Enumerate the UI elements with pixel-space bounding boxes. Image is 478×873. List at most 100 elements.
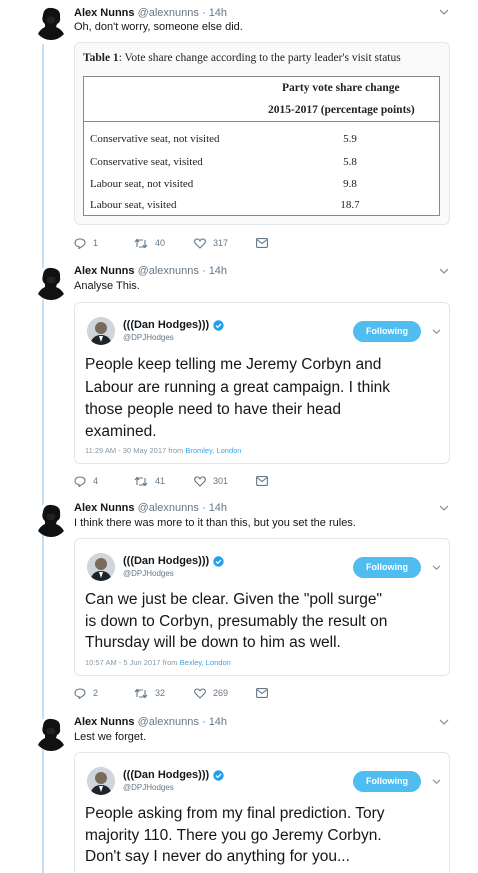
reply-count: 1 xyxy=(93,238,99,248)
location-link[interactable]: Bexley, London xyxy=(180,658,231,667)
author-name[interactable]: Alex Nunns xyxy=(74,7,135,19)
author-name[interactable]: Alex Nunns xyxy=(74,265,135,277)
retweet-button[interactable]: 40 xyxy=(134,236,165,250)
reply-icon xyxy=(74,475,86,487)
author-name[interactable]: Alex Nunns xyxy=(74,716,135,728)
author-handle[interactable]: @alexnunns xyxy=(138,716,199,728)
quoted-author-name-text: (((Dan Hodges))) xyxy=(123,555,210,567)
verified-badge-icon xyxy=(213,769,224,781)
like-button[interactable]: 269 xyxy=(194,686,228,700)
quoted-tweet-card[interactable]: (((Dan Hodges))) @DPJHodges Following Ca… xyxy=(74,538,450,676)
quoted-text-line: those people need to have their head xyxy=(85,401,341,418)
avatar[interactable] xyxy=(34,717,68,751)
author-handle[interactable]: @alexnunns xyxy=(138,265,199,277)
quoted-text-line: Don't say I never do anything for you... xyxy=(85,848,350,865)
table-title: Table 1: Vote share change according to … xyxy=(83,52,401,64)
quoted-timestamp: 10:57 AM - 5 Jun 2017 from Bexley, Londo… xyxy=(85,658,231,667)
tweet-time[interactable]: · 14h xyxy=(202,716,227,728)
retweet-count: 40 xyxy=(155,238,166,248)
quoted-author-handle[interactable]: @DPJHodges xyxy=(123,783,174,792)
table-row-label: Conservative seat, not visited xyxy=(90,133,220,145)
verified-badge-icon xyxy=(213,319,224,331)
quoted-author-name[interactable]: (((Dan Hodges))) xyxy=(123,555,224,567)
table-row-label: Labour seat, not visited xyxy=(90,178,194,190)
quoted-time-text: 11:29 AM - 30 May 2017 from xyxy=(85,446,186,455)
retweet-icon xyxy=(134,688,148,698)
table-frame: Party vote share change 2015-2017 (perce… xyxy=(83,76,440,216)
chevron-down-icon[interactable] xyxy=(438,718,450,728)
tweet-time[interactable]: · 14h xyxy=(202,265,227,277)
table-divider xyxy=(84,121,439,122)
table-row-value: 9.8 xyxy=(343,178,357,190)
following-button[interactable]: Following xyxy=(353,557,421,578)
reply-button[interactable]: 1 xyxy=(74,236,98,250)
author-handle[interactable]: @alexnunns xyxy=(138,7,199,19)
tweet-text: Oh, don't worry, someone else did. xyxy=(74,21,243,33)
quoted-avatar[interactable] xyxy=(87,767,115,795)
quoted-text-line: majority 110. There you go Jeremy Corbyn… xyxy=(85,827,382,844)
quoted-text-line: People keep telling me Jeremy Corbyn and xyxy=(85,356,382,373)
location-link[interactable]: Bromley, London xyxy=(185,446,241,455)
like-count: 317 xyxy=(213,238,229,248)
quoted-author-name[interactable]: (((Dan Hodges))) xyxy=(123,769,224,781)
quoted-text-line: Labour are running a great campaign. I t… xyxy=(85,379,391,396)
tweet-time[interactable]: · 14h xyxy=(202,502,227,514)
tweet-time[interactable]: · 14h xyxy=(202,7,227,19)
quoted-text-line: People asking from my final prediction. … xyxy=(85,805,385,822)
quoted-avatar[interactable] xyxy=(87,553,115,581)
tweet-text: I think there was more to it than this, … xyxy=(74,517,356,529)
heart-icon xyxy=(194,687,206,699)
quoted-author-handle[interactable]: @DPJHodges xyxy=(123,569,174,578)
retweet-button[interactable]: 32 xyxy=(134,686,165,700)
tweet-header: Alex Nunns @alexnunns · 14h xyxy=(74,6,227,20)
reply-button[interactable]: 2 xyxy=(74,686,98,700)
direct-message-button[interactable] xyxy=(256,686,268,700)
direct-message-button[interactable] xyxy=(256,474,268,488)
tweet-header: Alex Nunns @alexnunns · 14h xyxy=(74,715,227,729)
tweet-text: Analyse This. xyxy=(74,280,140,292)
quoted-avatar[interactable] xyxy=(87,317,115,345)
direct-message-button[interactable] xyxy=(256,236,268,250)
table-row-value: 18.7 xyxy=(340,199,360,211)
author-name[interactable]: Alex Nunns xyxy=(74,502,135,514)
chevron-down-icon[interactable] xyxy=(431,562,441,572)
reply-button[interactable]: 4 xyxy=(74,474,98,488)
avatar[interactable] xyxy=(34,266,68,300)
quoted-text-line: is down to Corbyn, presumably the result… xyxy=(85,613,388,630)
avatar[interactable] xyxy=(34,6,68,40)
quoted-time-text: 10:57 AM - 5 Jun 2017 from xyxy=(85,658,180,667)
envelope-icon xyxy=(256,238,268,248)
following-button[interactable]: Following xyxy=(353,321,421,342)
chevron-down-icon[interactable] xyxy=(438,504,450,514)
quoted-tweet-card[interactable]: (((Dan Hodges))) @DPJHodges Following Pe… xyxy=(74,752,450,873)
chevron-down-icon[interactable] xyxy=(431,326,441,336)
quoted-author-name[interactable]: (((Dan Hodges))) xyxy=(123,319,224,331)
table-title-number: Table 1 xyxy=(83,52,119,64)
quoted-timestamp: 11:29 AM - 30 May 2017 from Bromley, Lon… xyxy=(85,446,241,455)
chevron-down-icon[interactable] xyxy=(431,776,441,786)
tweet-header: Alex Nunns @alexnunns · 14h xyxy=(74,501,227,515)
table-header-line1: Party vote share change xyxy=(282,82,400,94)
verified-badge-icon xyxy=(213,555,224,567)
chevron-down-icon[interactable] xyxy=(438,267,450,277)
retweet-icon xyxy=(134,476,148,486)
author-handle[interactable]: @alexnunns xyxy=(138,502,199,514)
avatar[interactable] xyxy=(34,503,68,537)
chevron-down-icon[interactable] xyxy=(438,8,450,18)
table-image[interactable]: Table 1: Vote share change according to … xyxy=(74,42,450,225)
retweet-icon xyxy=(134,238,148,248)
table-row-label: Labour seat, visited xyxy=(90,199,177,211)
quoted-author-handle[interactable]: @DPJHodges xyxy=(123,333,174,342)
like-button[interactable]: 301 xyxy=(194,474,228,488)
table-header-line2: 2015-2017 (percentage points) xyxy=(268,104,415,116)
tweet-header: Alex Nunns @alexnunns · 14h xyxy=(74,264,227,278)
quoted-text-line: examined. xyxy=(85,423,157,440)
like-button[interactable]: 317 xyxy=(194,236,228,250)
quoted-tweet-card[interactable]: (((Dan Hodges))) @DPJHodges Following Pe… xyxy=(74,302,450,464)
table-row-value: 5.9 xyxy=(343,133,357,145)
retweet-count: 41 xyxy=(155,476,166,486)
like-count: 301 xyxy=(213,476,229,486)
retweet-button[interactable]: 41 xyxy=(134,474,165,488)
quoted-text-line: Can we just be clear. Given the "poll su… xyxy=(85,591,383,608)
following-button[interactable]: Following xyxy=(353,771,421,792)
